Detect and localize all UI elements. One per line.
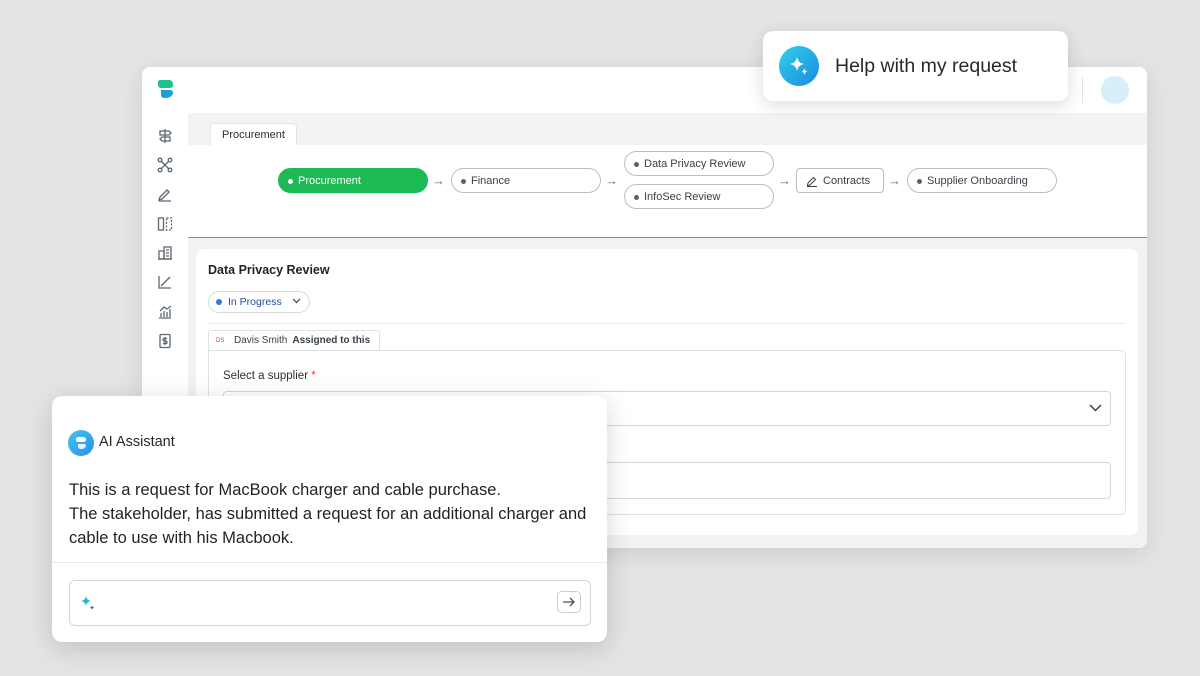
step-finance[interactable]: Finance [451, 168, 601, 193]
step-procurement[interactable]: Procurement [278, 168, 428, 193]
assistant-title: AI Assistant [99, 434, 175, 450]
arrow-right-icon: → [778, 173, 791, 188]
step-label: Data Privacy Review [644, 158, 746, 170]
step-dot [917, 179, 922, 184]
arrow-right-icon: → [432, 173, 445, 188]
columns-icon[interactable] [157, 216, 173, 232]
assignee-tab[interactable]: DS Davis Smith Assigned to this [208, 330, 381, 351]
step-infosec-review[interactable]: InfoSec Review [624, 184, 774, 209]
analytics-icon[interactable] [157, 304, 173, 320]
arrow-right-icon [563, 597, 575, 607]
divider [208, 323, 1126, 324]
help-with-request-button[interactable]: Help with my request [763, 31, 1068, 101]
workflow-icon[interactable] [157, 157, 173, 173]
pen-sign-icon[interactable] [157, 186, 173, 202]
step-data-privacy-review[interactable]: Data Privacy Review [624, 151, 774, 176]
step-label: Contracts [823, 175, 871, 187]
step-label: Supplier Onboarding [927, 175, 1028, 187]
divider [52, 562, 607, 563]
step-contracts[interactable]: Contracts [796, 168, 884, 193]
assignee-note: Assigned to this [292, 335, 371, 346]
step-dot [634, 162, 639, 167]
status-dropdown[interactable]: In Progress [208, 291, 310, 313]
avatar[interactable] [1101, 76, 1129, 104]
signpost-icon[interactable] [157, 128, 173, 144]
step-dot [634, 195, 639, 200]
sparkle-icon [779, 46, 819, 86]
step-label: Procurement [298, 175, 361, 187]
step-label: InfoSec Review [644, 191, 721, 203]
arrow-right-icon: → [605, 173, 618, 188]
send-button[interactable] [557, 591, 581, 613]
brand-logo[interactable] [156, 79, 174, 99]
chevron-down-icon [292, 298, 301, 304]
step-supplier-onboarding[interactable]: Supplier Onboarding [907, 168, 1057, 193]
message-line: The stakeholder, has submitted a request… [69, 505, 587, 547]
supplier-label-text: Select a supplier [223, 370, 309, 382]
status-dot [216, 299, 222, 305]
dollar-doc-icon[interactable] [157, 333, 173, 349]
tab-procurement[interactable]: Procurement [210, 123, 297, 146]
ai-assistant-panel: AI Assistant This is a request for MacBo… [52, 396, 607, 642]
supplier-label: Select a supplier * [223, 370, 316, 382]
buildings-icon[interactable] [157, 245, 173, 261]
chevron-down-icon [1089, 404, 1102, 412]
sparkle-icon [81, 596, 95, 610]
assistant-input[interactable] [69, 580, 591, 626]
step-label: Finance [471, 175, 511, 187]
help-label: Help with my request [835, 55, 1018, 77]
arrow-right-icon: → [888, 173, 901, 188]
assignee-name: Davis Smith [234, 335, 288, 346]
topbar-divider [1082, 77, 1083, 103]
tab-strip: Procurement [188, 113, 1147, 146]
pen-sign-icon [806, 176, 817, 187]
assistant-logo-icon [68, 430, 94, 456]
assignee-initials: DS [216, 338, 225, 344]
status-label: In Progress [228, 296, 282, 308]
required-mark: * [311, 370, 316, 382]
message-line: This is a request for MacBook charger an… [69, 481, 501, 499]
step-dot [461, 179, 466, 184]
line-chart-icon[interactable] [157, 274, 173, 290]
step-dot [288, 179, 293, 184]
workflow-steps: Procurement → Finance → Data Privacy Rev… [188, 145, 1147, 238]
assistant-message: This is a request for MacBook charger an… [69, 478, 594, 550]
page-title: Data Privacy Review [208, 263, 330, 277]
